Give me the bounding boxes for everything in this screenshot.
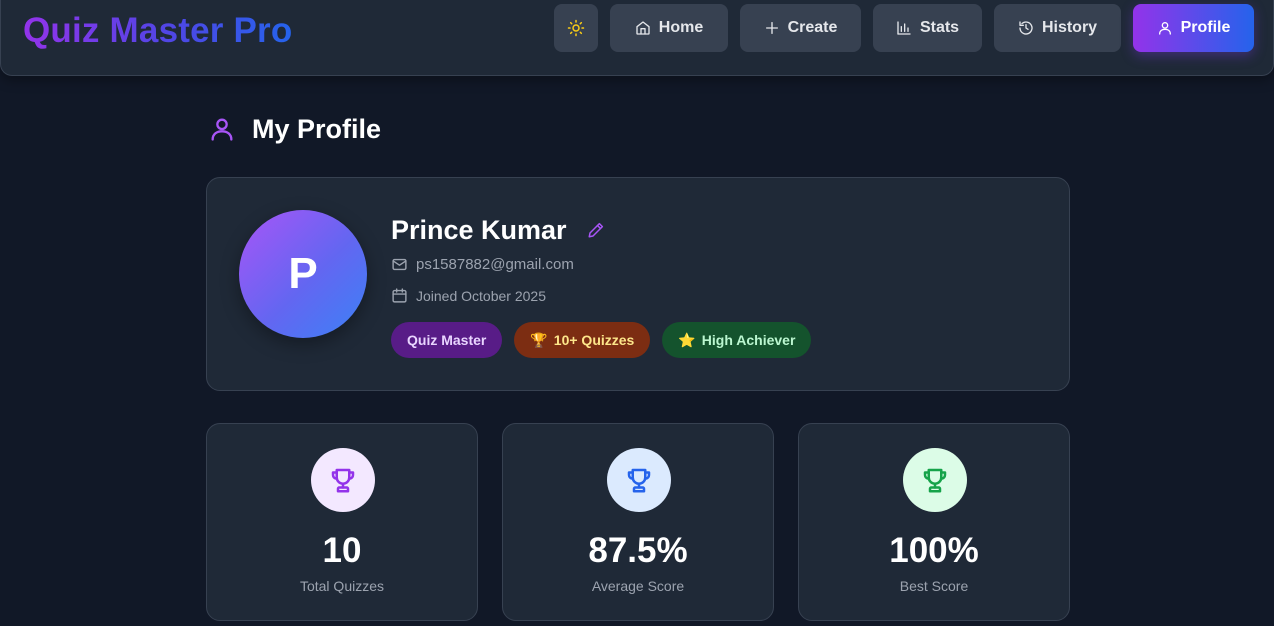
name-row: Prince Kumar [391,212,605,248]
history-icon [1019,21,1033,35]
nav-home-button[interactable]: Home [610,4,728,52]
profile-card: P Prince Kumar ps1587882@gmail.com Joine… [206,177,1070,391]
nav-create-button[interactable]: Create [740,4,861,52]
trophy-icon [627,468,651,493]
user-icon [1158,22,1171,35]
nav-stats-label: Stats [919,19,960,36]
avatar: P [239,210,367,338]
user-name: Prince Kumar [391,214,567,245]
badge-list: Quiz Master 🏆 10+ Quizzes ⭐ High Achieve… [391,322,812,358]
stat-value: 87.5% [588,531,688,570]
nav-history-label: History [1041,19,1098,36]
page-title: My Profile [252,113,382,144]
nav-profile-button[interactable]: Profile [1133,4,1254,52]
nav-create-label: Create [787,19,838,36]
badge-label: High Achiever [701,332,796,348]
joined-row: Joined October 2025 [391,287,546,304]
sun-icon [567,19,585,37]
theme-toggle-button[interactable] [554,4,598,52]
badge-quiz-master: Quiz Master [391,322,503,358]
badge-label: Quiz Master [407,332,487,348]
joined-date: Joined October 2025 [416,287,546,304]
badge-10-quizzes: 🏆 10+ Quizzes [514,322,651,358]
nav-stats-button[interactable]: Stats [873,4,982,52]
mail-icon [392,258,407,271]
stat-icon-circle [903,448,967,512]
badge-label: 10+ Quizzes [553,332,635,348]
star-icon: ⭐ [678,331,696,348]
stat-label: Total Quizzes [299,578,385,594]
app-header: Quiz Master Pro Home Create Stats Histor… [0,0,1274,76]
badge-high-achiever: ⭐ High Achiever [662,322,812,358]
home-icon [636,21,650,35]
page-title-row: My Profile [208,112,381,146]
bar-chart-icon [897,21,911,35]
plus-icon [765,22,778,34]
nav-home-label: Home [658,19,704,36]
stat-label: Best Score [899,578,969,594]
trophy-icon: 🏆 [530,331,548,348]
stat-value: 100% [889,531,979,570]
trophy-icon [923,468,947,493]
stat-card-best-score: 100% Best Score [798,423,1070,621]
calendar-icon [392,288,407,303]
email-row: ps1587882@gmail.com [391,256,574,273]
stat-value: 10 [322,531,362,570]
trophy-icon [331,468,355,493]
app-logo[interactable]: Quiz Master Pro [23,10,292,52]
stat-card-average-score: 87.5% Average Score [502,423,774,621]
nav-profile-label: Profile [1180,19,1231,36]
pencil-icon[interactable] [587,221,605,239]
user-email: ps1587882@gmail.com [416,256,574,273]
user-icon [211,118,233,141]
stat-card-total-quizzes: 10 Total Quizzes [206,423,478,621]
nav-history-button[interactable]: History [994,4,1121,52]
stat-icon-circle [311,448,375,512]
stat-icon-circle [607,448,671,512]
stat-label: Average Score [591,578,685,594]
